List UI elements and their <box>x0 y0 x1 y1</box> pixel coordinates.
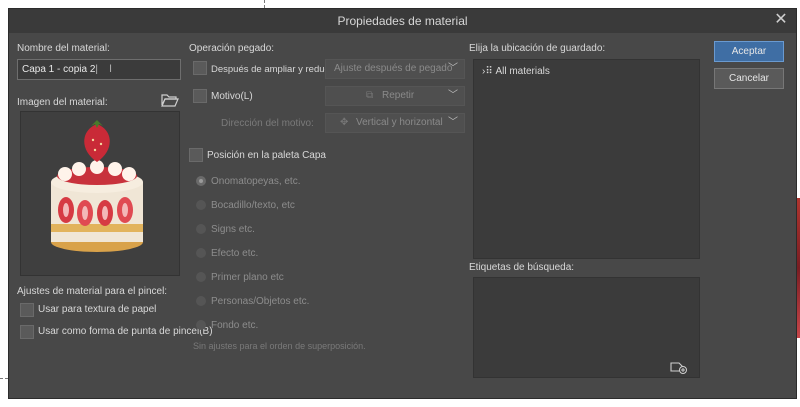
search-tags-label: Etiquetas de búsqueda: <box>469 262 575 273</box>
material-name-label: Nombre del material: <box>17 43 110 54</box>
pattern-combo[interactable]: ⧉ Repetir ﹀ <box>325 86 465 106</box>
scale-label: Después de ampliar y reducir <box>211 64 335 75</box>
direction-label: Dirección del motivo: <box>221 118 314 129</box>
scale-checkbox[interactable] <box>193 61 207 75</box>
brush-settings-label: Ajustes de material para el pincel: <box>17 286 168 297</box>
background-guide-line <box>264 0 265 8</box>
pattern-icon: ⧉ <box>366 90 374 101</box>
direction-combo-value: Vertical y horizontal <box>356 117 443 128</box>
tree-item-label: All materials <box>495 66 550 77</box>
radio-onomatopoeia[interactable] <box>196 176 206 186</box>
strawberry-cake-image <box>51 120 143 252</box>
radio-label: Bocadillo/texto, etc <box>211 200 295 211</box>
material-name-input[interactable]: Capa 1 - copia 2| <box>17 59 181 80</box>
radio-foreground[interactable] <box>196 272 206 282</box>
material-image-preview <box>20 111 180 276</box>
layer-position-checkbox[interactable] <box>189 148 203 162</box>
layer-position-label: Posición en la paleta Capa <box>207 150 326 161</box>
close-icon[interactable]: ✕ <box>772 11 790 29</box>
radio-signs[interactable] <box>196 224 206 234</box>
dialog-title: Propiedades de material <box>337 14 468 28</box>
brush-tip-checkbox[interactable] <box>20 325 34 339</box>
search-tags-box[interactable] <box>473 277 700 378</box>
background-guide-line <box>0 378 8 379</box>
scale-combo[interactable]: Ajuste después de pegado ﹀ <box>325 59 465 79</box>
radio-people-objects[interactable] <box>196 296 206 306</box>
save-location-label: Elija la ubicación de guardado: <box>469 43 606 54</box>
tree-item-all-materials[interactable]: ›⠿ All materials <box>482 66 550 77</box>
scale-combo-value: Ajuste después de pegado <box>334 63 453 74</box>
brush-tip-label: Usar como forma de punta de pincel(B) <box>38 326 213 337</box>
paste-operation-label: Operación pegado: <box>189 43 275 54</box>
radio-effect[interactable] <box>196 248 206 258</box>
tree-node-icon: ›⠿ <box>482 66 493 77</box>
paper-texture-label: Usar para textura de papel <box>38 304 157 315</box>
radio-label: Personas/Objetos etc. <box>211 296 310 307</box>
radio-label: Primer plano etc <box>211 272 284 283</box>
direction-icon: ✥ <box>340 117 349 128</box>
cancel-button[interactable]: Cancelar <box>714 68 784 89</box>
title-bar: Propiedades de material ✕ <box>9 9 796 33</box>
add-tag-icon[interactable] <box>670 360 688 374</box>
save-location-tree[interactable]: ›⠿ All materials <box>473 59 700 259</box>
chevron-down-icon: ﹀ <box>448 90 458 101</box>
radio-background[interactable] <box>196 320 206 330</box>
text-cursor-icon: I <box>109 63 113 75</box>
pattern-combo-value: Repetir <box>382 90 415 101</box>
pattern-label: Motivo(L) <box>211 91 253 102</box>
material-properties-dialog: Propiedades de material ✕ Nombre del mat… <box>8 8 797 399</box>
radio-label: Fondo etc. <box>211 320 259 331</box>
radio-label: Signs etc. <box>211 224 255 235</box>
material-name-value: Capa 1 - copia 2 <box>22 64 96 75</box>
radio-speech-bubble[interactable] <box>196 200 206 210</box>
chevron-down-icon: ﹀ <box>448 63 458 74</box>
material-image-label: Imagen del material: <box>17 97 108 108</box>
direction-combo[interactable]: ✥ Vertical y horizontal ﹀ <box>325 113 465 133</box>
chevron-down-icon: ﹀ <box>448 117 458 128</box>
folder-open-icon[interactable] <box>161 93 179 107</box>
ok-button[interactable]: Aceptar <box>714 41 784 62</box>
radio-label: Efecto etc. <box>211 248 259 259</box>
paper-texture-checkbox[interactable] <box>20 303 34 317</box>
pattern-checkbox[interactable] <box>193 89 207 103</box>
radio-label: Onomatopeyas, etc. <box>211 176 301 187</box>
no-order-note: Sin ajustes para el orden de superposici… <box>193 341 366 351</box>
